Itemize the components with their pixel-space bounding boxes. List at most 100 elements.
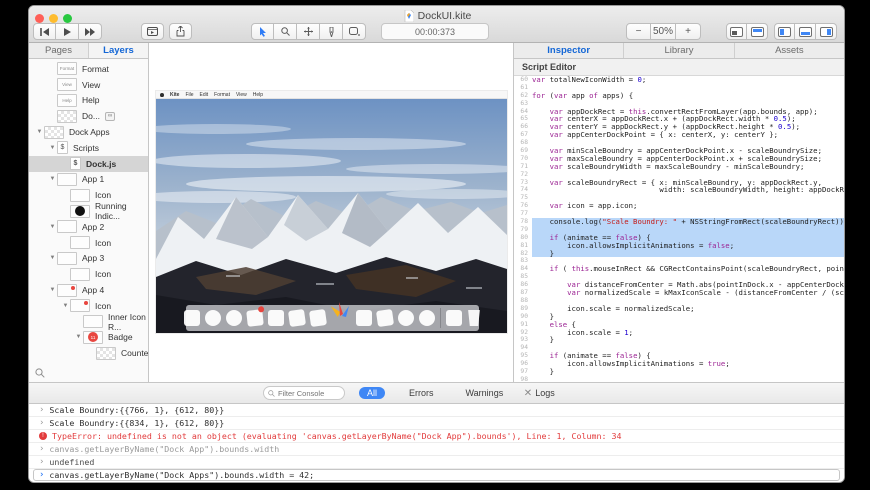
- toggle-timeline-strip-button[interactable]: [747, 23, 768, 40]
- layer-row[interactable]: ▼ App 2: [29, 219, 148, 235]
- prompt-chevron-icon: ›: [39, 444, 45, 454]
- code-line[interactable]: 78 console.log("Scale Boundry: " + NSStr…: [514, 218, 844, 226]
- fast-forward-button[interactable]: [79, 23, 102, 40]
- layer-row[interactable]: ▼ Dock Apps: [29, 124, 148, 140]
- code-line[interactable]: 84 if ( this.mouseInRect && CGRectContai…: [514, 264, 844, 274]
- code-line[interactable]: 67 var appCenterDockPoint = { x: centerX…: [514, 131, 844, 140]
- script-editor[interactable]: 60 var totalNewIconWidth = 0; 61 62 for (va…: [514, 76, 844, 382]
- timeline-panel-button[interactable]: [141, 23, 164, 40]
- running-indicator-dot: [75, 206, 85, 217]
- zoom-in-button[interactable]: +: [676, 23, 701, 40]
- code-line[interactable]: 82 }: [514, 249, 844, 258]
- mock-dock[interactable]: [184, 302, 480, 331]
- filter-warnings[interactable]: Warnings: [458, 387, 512, 399]
- layer-row[interactable]: View View: [29, 77, 148, 93]
- tab-inspector[interactable]: Inspector: [514, 43, 625, 58]
- layer-row[interactable]: ▼ $ Scripts: [29, 140, 148, 156]
- layer-row[interactable]: Do... ∞: [29, 108, 148, 124]
- layer-label: App 1: [82, 174, 105, 185]
- console-result-row: › undefined: [29, 456, 844, 469]
- tab-assets[interactable]: Assets: [735, 43, 844, 58]
- code-line[interactable]: 62 for (var app of apps) {: [514, 91, 844, 100]
- code-line[interactable]: 92 icon.scale = 1;: [514, 328, 844, 337]
- layer-row[interactable]: ▼ App 3: [29, 251, 148, 267]
- skip-to-start-button[interactable]: [33, 23, 56, 40]
- layer-row[interactable]: Counter: [29, 345, 148, 360]
- dock-badge-dot: [257, 306, 265, 313]
- toggle-left-panel-button[interactable]: [774, 23, 795, 40]
- console-close-button[interactable]: ✕: [521, 388, 535, 399]
- toggle-bottom-panel-button[interactable]: [795, 23, 816, 40]
- disclosure-triangle-icon[interactable]: ▼: [61, 303, 70, 309]
- sidebar-search-icon[interactable]: [35, 368, 45, 378]
- tab-layers[interactable]: Layers: [89, 43, 148, 58]
- disclosure-triangle-icon[interactable]: ▼: [48, 224, 57, 230]
- disclosure-triangle-icon[interactable]: ▼: [74, 334, 83, 340]
- shape-tool-button[interactable]: [343, 23, 366, 40]
- dock-app-icon: [205, 310, 221, 326]
- layer-thumbnail: [57, 283, 77, 297]
- layer-row[interactable]: ▼ 11 Badge: [29, 330, 148, 346]
- zoom-tool-button[interactable]: [274, 23, 297, 40]
- layers-sidebar: Pages Layers Format Format View View Help Hel…: [29, 43, 149, 382]
- layer-row[interactable]: Running Indic...: [29, 201, 148, 221]
- dock-ui-artboard[interactable]: Kite File Edit Format View Help: [156, 91, 507, 333]
- disclosure-triangle-icon[interactable]: ▼: [48, 145, 57, 151]
- disclosure-triangle-icon[interactable]: ▼: [35, 129, 44, 135]
- code-line[interactable]: 87 var normalizedScale = kMaxIconScale -…: [514, 289, 844, 297]
- code-line[interactable]: 96 icon.allowsImplicitAnimations = true;: [514, 360, 844, 368]
- tab-library[interactable]: Library: [624, 43, 735, 58]
- dock-app-icon: [268, 310, 284, 326]
- dock-app-icon: [287, 308, 307, 328]
- disclosure-triangle-icon[interactable]: ▼: [48, 287, 57, 293]
- code-text: icon.allowsImplicitAnimations = false;: [532, 241, 844, 250]
- code-line[interactable]: 97 }: [514, 368, 844, 376]
- code-line[interactable]: 81 icon.allowsImplicitAnimations = false…: [514, 241, 844, 250]
- layer-row[interactable]: Icon: [29, 266, 148, 282]
- play-button[interactable]: [56, 23, 79, 40]
- layer-row[interactable]: $ Dock.js: [29, 155, 148, 172]
- tools-segmented-control: [251, 23, 366, 40]
- code-text: if ( this.mouseInRect && CGRectContainsP…: [549, 264, 844, 274]
- design-canvas[interactable]: Kite File Edit Format View Help: [149, 43, 514, 382]
- line-number: 88: [514, 296, 532, 305]
- code-line[interactable]: 93 }: [514, 336, 844, 345]
- code-line[interactable]: 74 width: scaleBoundryWidth, height: app…: [514, 186, 844, 195]
- layer-thumbnail: [57, 109, 77, 123]
- toggle-right-panel-button[interactable]: [816, 23, 837, 40]
- toggle-media-panel-button[interactable]: [726, 23, 747, 40]
- badge-dot: [71, 285, 75, 290]
- document-icon: [404, 9, 414, 22]
- code-line[interactable]: 76 var icon = app.icon;: [514, 202, 844, 211]
- playback-controls: [33, 23, 102, 40]
- move-tool-button[interactable]: [297, 23, 320, 40]
- code-line[interactable]: 71 var scaleBoundryWidth = maxScaleBound…: [514, 162, 844, 171]
- zoom-out-button[interactable]: −: [626, 23, 651, 40]
- cursor-tool-button[interactable]: [251, 23, 274, 40]
- line-number: 85: [514, 273, 532, 282]
- filter-errors[interactable]: Errors: [401, 387, 442, 399]
- pen-tool-button[interactable]: [320, 23, 343, 40]
- layer-row[interactable]: Format Format: [29, 61, 148, 77]
- layer-row[interactable]: ▼ App 4: [29, 282, 148, 298]
- code-line[interactable]: 89 icon.scale = normalizedScale;: [514, 304, 844, 313]
- console-filter-input[interactable]: [278, 388, 338, 398]
- layer-label: Icon: [95, 237, 112, 248]
- layer-thumbnail: [70, 188, 90, 202]
- prompt-chevron-icon: ›: [39, 470, 45, 480]
- disclosure-triangle-icon[interactable]: ▼: [48, 255, 57, 261]
- dock-app-icon: [398, 310, 414, 326]
- disclosure-triangle-icon[interactable]: ▼: [48, 176, 57, 182]
- console-input-row[interactable]: › canvas.getLayerByName("Dock Apps").boun…: [33, 469, 840, 481]
- tab-pages[interactable]: Pages: [29, 43, 89, 58]
- badge-dot: [84, 301, 88, 306]
- code-line[interactable]: 60 var totalNewIconWidth = 0;: [514, 76, 844, 84]
- layer-thumbnail: [70, 299, 90, 313]
- layer-row[interactable]: ▼ App 1: [29, 172, 148, 188]
- layer-row[interactable]: Inner Icon R...: [29, 312, 148, 332]
- layer-row[interactable]: Help Help: [29, 93, 148, 109]
- share-button[interactable]: [169, 23, 192, 40]
- console-filter-field[interactable]: [263, 386, 345, 400]
- filter-all[interactable]: All: [359, 387, 386, 399]
- layer-row[interactable]: Icon: [29, 235, 148, 251]
